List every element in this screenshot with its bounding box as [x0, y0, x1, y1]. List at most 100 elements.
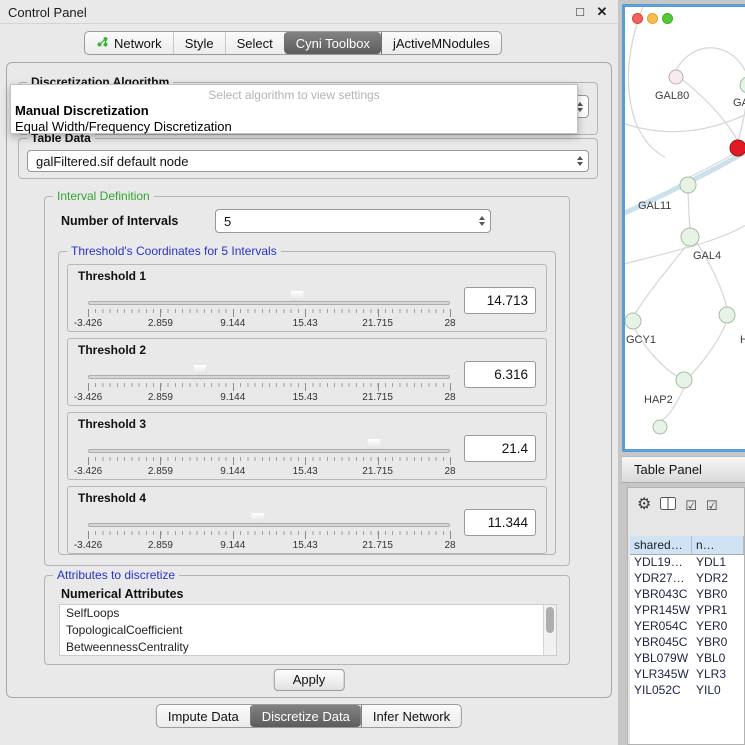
tab-infer-network-label: Infer Network: [373, 709, 450, 724]
tab-jactivemnodules[interactable]: jActiveMNodules: [381, 32, 501, 54]
cell-name[interactable]: YER0: [692, 619, 744, 635]
cyni-toolbox-panel: Discretization Algorithm Select algorith…: [6, 62, 612, 698]
cell-name[interactable]: YLR3: [692, 667, 744, 683]
network-node[interactable]: [653, 420, 667, 434]
tab-select[interactable]: Select: [225, 32, 284, 54]
table-data-value: galFiltered.sif default node: [36, 154, 188, 169]
table-row[interactable]: YER054CYER0: [630, 619, 744, 635]
table-row[interactable]: YBR043CYBR0: [630, 587, 744, 603]
cell-name[interactable]: YDR2: [692, 571, 744, 587]
cell-name[interactable]: YBR0: [692, 587, 744, 603]
list-item[interactable]: BetweennessCentrality: [60, 639, 556, 656]
list-item[interactable]: TopologicalCoefficient: [60, 622, 556, 639]
network-view[interactable]: GAL80 GA GAL11 GAL4 GCY1 H HAP2: [622, 4, 745, 452]
select-none-checkbox-icon[interactable]: ☑: [706, 499, 718, 512]
dropdown-option-manual-discretization[interactable]: Manual Discretization: [11, 102, 577, 118]
table-header-row: shared… n…: [630, 536, 744, 555]
network-node[interactable]: [669, 70, 683, 84]
network-node[interactable]: [680, 177, 696, 193]
select-all-checkbox-icon[interactable]: ☑: [685, 499, 697, 512]
list-scrollbar-thumb[interactable]: [546, 607, 554, 633]
cell-shared-name[interactable]: YBR043C: [630, 587, 692, 603]
table-row[interactable]: YPR145WYPR1: [630, 603, 744, 619]
network-node-selected[interactable]: [730, 140, 745, 156]
network-node[interactable]: [681, 228, 699, 246]
float-window-icon[interactable]: □: [572, 4, 588, 19]
tab-style[interactable]: Style: [173, 32, 225, 54]
network-node[interactable]: [740, 77, 745, 93]
cell-name[interactable]: YDL1: [692, 555, 744, 571]
threshold-4-value-field[interactable]: [464, 509, 536, 536]
tab-discretize-data[interactable]: Discretize Data: [250, 705, 361, 727]
gear-icon[interactable]: ⚙: [637, 497, 651, 513]
slider-track[interactable]: [88, 301, 450, 305]
node-label: GCY1: [626, 334, 656, 346]
columns-icon[interactable]: [660, 497, 676, 513]
column-header-name[interactable]: n…: [692, 536, 744, 554]
tab-cyni-toolbox[interactable]: Cyni Toolbox: [284, 32, 381, 54]
threshold-3-value-field[interactable]: [464, 435, 536, 462]
threshold-2-value-field[interactable]: [464, 361, 536, 388]
threshold-4-box: Threshold 4 -3.426 2.859 9.144 15.43: [67, 486, 547, 554]
slider-tick-labels: -3.426 2.859 9.144 15.43 21.715 28: [88, 540, 450, 551]
cell-name[interactable]: YIL0: [692, 683, 744, 699]
cell-shared-name[interactable]: YPR145W: [630, 603, 692, 619]
number-of-intervals-select[interactable]: 5: [215, 209, 491, 233]
numerical-attributes-list: SelfLoops TopologicalCoefficient Between…: [59, 604, 557, 656]
cell-shared-name[interactable]: YDR27…: [630, 571, 692, 587]
cell-shared-name[interactable]: YBR045C: [630, 635, 692, 651]
table-row[interactable]: YLR345WYLR3: [630, 667, 744, 683]
list-scrollbar[interactable]: [543, 605, 556, 655]
table-data-select[interactable]: galFiltered.sif default node: [27, 150, 589, 172]
cell-shared-name[interactable]: YBL079W: [630, 651, 692, 667]
close-window-icon[interactable]: ✕: [594, 4, 610, 20]
dropdown-option-equal-width-frequency[interactable]: Equal Width/Frequency Discretization: [11, 118, 577, 134]
slider-track[interactable]: [88, 375, 450, 379]
tab-impute-data[interactable]: Impute Data: [157, 705, 250, 727]
slider-track[interactable]: [88, 449, 450, 453]
cyni-bottom-tabbar: Impute Data Discretize Data Infer Networ…: [156, 704, 462, 728]
dropdown-placeholder: Select algorithm to view settings: [11, 85, 577, 102]
network-node[interactable]: [625, 313, 641, 329]
slider-tick-labels: -3.426 2.859 9.144 15.43 21.715 28: [88, 466, 450, 477]
cell-shared-name[interactable]: YER054C: [630, 619, 692, 635]
tab-network-label: Network: [114, 36, 162, 51]
slider-ticks: [88, 457, 450, 465]
threshold-2-label: Threshold 2: [78, 343, 146, 357]
table-row[interactable]: YBR045CYBR0: [630, 635, 744, 651]
cell-shared-name[interactable]: YLR345W: [630, 667, 692, 683]
tab-network[interactable]: Network: [85, 32, 173, 54]
cell-shared-name[interactable]: YDL19…: [630, 555, 692, 571]
cell-shared-name[interactable]: YIL052C: [630, 683, 692, 699]
cell-name[interactable]: YPR1: [692, 603, 744, 619]
cell-name[interactable]: YBL0: [692, 651, 744, 667]
threshold-3-box: Threshold 3 -3.426 2.859 9.144 15.43: [67, 412, 547, 480]
tab-discretize-data-label: Discretize Data: [262, 709, 350, 724]
threshold-1-box: Threshold 1 -3.426 2.859 9.144 15.43: [67, 264, 547, 332]
threshold-2-box: Threshold 2 -3.426 2.859 9.144 15.43: [67, 338, 547, 406]
table-row[interactable]: YDR27…YDR2: [630, 571, 744, 587]
apply-button[interactable]: Apply: [274, 669, 345, 691]
network-node[interactable]: [719, 307, 735, 323]
table-row[interactable]: YIL052CYIL0: [630, 683, 744, 699]
network-node[interactable]: [676, 372, 692, 388]
node-label: HAP2: [644, 394, 673, 406]
algorithm-dropdown-popup: Select algorithm to view settings Manual…: [10, 84, 578, 134]
tab-infer-network[interactable]: Infer Network: [361, 705, 461, 727]
tab-select-label: Select: [237, 36, 273, 51]
minimize-traffic-light[interactable]: [647, 13, 658, 24]
threshold-1-value-field[interactable]: [464, 287, 536, 314]
network-edges: [625, 7, 745, 421]
table-row[interactable]: YDL19…YDL1: [630, 555, 744, 571]
zoom-traffic-light[interactable]: [662, 13, 673, 24]
slider-ticks: [88, 383, 450, 391]
list-item[interactable]: SelfLoops: [60, 605, 556, 622]
table-panel-title: Table Panel: [622, 457, 745, 482]
thresholds-group: Threshold's Coordinates for 5 Intervals …: [58, 251, 556, 555]
slider-track[interactable]: [88, 523, 450, 527]
cell-name[interactable]: YBR0: [692, 635, 744, 651]
table-row[interactable]: YBL079WYBL0: [630, 651, 744, 667]
column-header-shared-name[interactable]: shared…: [630, 536, 692, 554]
interval-definition-group: Interval Definition Number of Intervals …: [44, 196, 570, 566]
close-traffic-light[interactable]: [632, 13, 643, 24]
